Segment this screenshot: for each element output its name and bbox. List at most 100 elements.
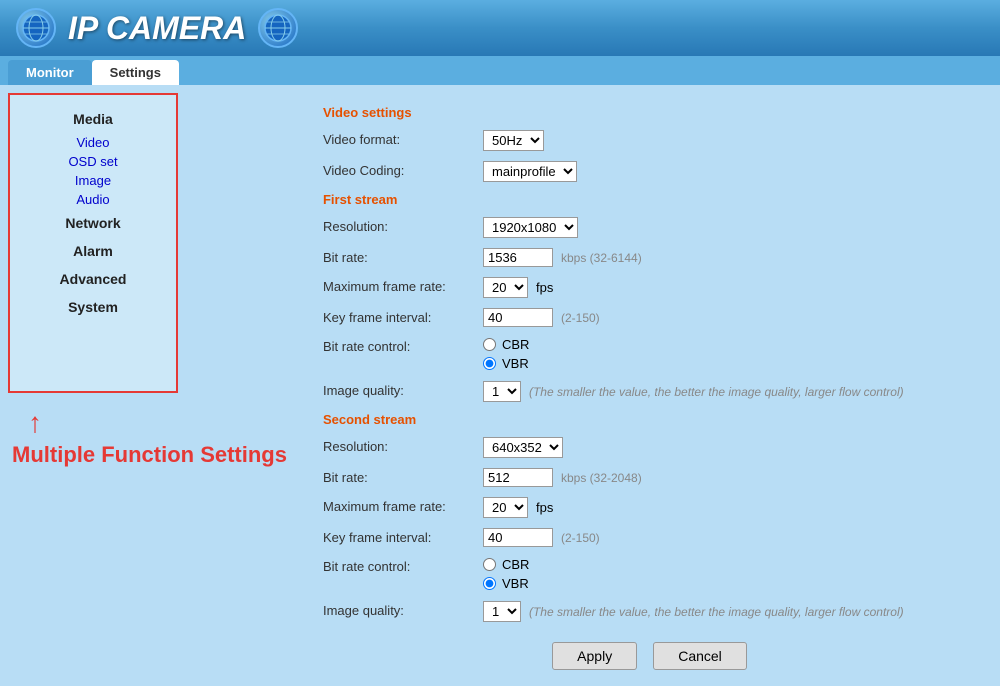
video-settings-title: Video settings [323, 105, 976, 120]
maxframe2-control: 20 15 25 30 fps [483, 497, 553, 518]
maxframe1-select[interactable]: 20 15 25 30 [483, 277, 528, 298]
resolution1-control: 1920x1080 1280x720 640x480 [483, 217, 578, 238]
tab-settings[interactable]: Settings [92, 60, 179, 85]
maxframe2-unit: fps [536, 500, 553, 515]
bitratecontrol1-cbr-radio[interactable] [483, 338, 496, 351]
annotation-arrow: ↑ [8, 409, 291, 437]
maxframe1-control: 20 15 25 30 fps [483, 277, 553, 298]
bitrate1-control: kbps (32-6144) [483, 248, 642, 267]
video-coding-label: Video Coding: [323, 161, 483, 178]
nav-tabs: Monitor Settings [0, 56, 1000, 85]
imagequality2-control: 12345 (The smaller the value, the better… [483, 601, 904, 622]
maxframe1-unit: fps [536, 280, 553, 295]
sidebar-section-network[interactable]: Network [10, 209, 176, 237]
first-stream-title: First stream [323, 192, 976, 207]
sidebar-link-video[interactable]: Video [10, 133, 176, 152]
globe-icon-right [258, 8, 298, 48]
bitratecontrol2-label: Bit rate control: [323, 557, 483, 574]
sidebar-link-osdset[interactable]: OSD set [10, 152, 176, 171]
keyframe2-input[interactable] [483, 528, 553, 547]
sidebar-outer: Media Video OSD set Image Audio Network … [0, 85, 299, 686]
main-layout: Media Video OSD set Image Audio Network … [0, 85, 1000, 686]
maxframe2-row: Maximum frame rate: 20 15 25 30 fps [323, 497, 976, 518]
bitrate1-hint: kbps (32-6144) [561, 251, 642, 265]
bitratecontrol2-cbr-radio[interactable] [483, 558, 496, 571]
resolution2-label: Resolution: [323, 437, 483, 454]
imagequality1-control: 12345 (The smaller the value, the better… [483, 381, 904, 402]
bitrate1-input[interactable] [483, 248, 553, 267]
annotation: ↑ Multiple Function Settings [0, 401, 299, 474]
keyframe1-row: Key frame interval: (2-150) [323, 308, 976, 327]
bitratecontrol1-vbr-radio[interactable] [483, 357, 496, 370]
imagequality1-select[interactable]: 12345 [483, 381, 521, 402]
imagequality2-select[interactable]: 12345 [483, 601, 521, 622]
bitratecontrol2-cbr-row: CBR [483, 557, 529, 572]
bitrate2-hint: kbps (32-2048) [561, 471, 642, 485]
imagequality2-label: Image quality: [323, 601, 483, 618]
sidebar-link-audio[interactable]: Audio [10, 190, 176, 209]
bitrate1-row: Bit rate: kbps (32-6144) [323, 248, 976, 267]
imagequality2-row: Image quality: 12345 (The smaller the va… [323, 601, 976, 622]
resolution1-label: Resolution: [323, 217, 483, 234]
imagequality1-label: Image quality: [323, 381, 483, 398]
header: IP CAMERA [0, 0, 1000, 56]
maxframe1-row: Maximum frame rate: 20 15 25 30 fps [323, 277, 976, 298]
annotation-text: Multiple Function Settings [8, 437, 291, 474]
maxframe1-label: Maximum frame rate: [323, 277, 483, 294]
button-row: Apply Cancel [323, 642, 976, 670]
resolution1-select[interactable]: 1920x1080 1280x720 640x480 [483, 217, 578, 238]
imagequality2-hint: (The smaller the value, the better the i… [529, 605, 904, 619]
bitrate2-row: Bit rate: kbps (32-2048) [323, 468, 976, 487]
resolution2-control: 640x352 320x240 160x120 [483, 437, 563, 458]
keyframe1-input[interactable] [483, 308, 553, 327]
bitratecontrol2-cbr-label: CBR [502, 557, 529, 572]
cancel-button[interactable]: Cancel [653, 642, 747, 670]
globe-icon-left [16, 8, 56, 48]
bitrate2-label: Bit rate: [323, 468, 483, 485]
sidebar-link-image[interactable]: Image [10, 171, 176, 190]
bitratecontrol1-cbr-label: CBR [502, 337, 529, 352]
sidebar-section-system[interactable]: System [10, 293, 176, 321]
sidebar-section-alarm[interactable]: Alarm [10, 237, 176, 265]
bitratecontrol2-radiogroup: CBR VBR [483, 557, 529, 591]
sidebar: Media Video OSD set Image Audio Network … [8, 93, 178, 393]
bitratecontrol1-label: Bit rate control: [323, 337, 483, 354]
video-format-select[interactable]: 50Hz 60Hz [483, 130, 544, 151]
bitratecontrol2-row: Bit rate control: CBR VBR [323, 557, 976, 591]
bitrate2-control: kbps (32-2048) [483, 468, 642, 487]
bitrate1-label: Bit rate: [323, 248, 483, 265]
sidebar-section-media: Media [10, 105, 176, 133]
video-format-label: Video format: [323, 130, 483, 147]
bitratecontrol2-control: CBR VBR [483, 557, 529, 591]
imagequality1-hint: (The smaller the value, the better the i… [529, 385, 904, 399]
bitrate2-input[interactable] [483, 468, 553, 487]
keyframe2-hint: (2-150) [561, 531, 600, 545]
video-format-control: 50Hz 60Hz [483, 130, 544, 151]
resolution2-row: Resolution: 640x352 320x240 160x120 [323, 437, 976, 458]
imagequality1-row: Image quality: 12345 (The smaller the va… [323, 381, 976, 402]
video-format-row: Video format: 50Hz 60Hz [323, 130, 976, 151]
maxframe2-select[interactable]: 20 15 25 30 [483, 497, 528, 518]
video-coding-select[interactable]: mainprofile baseline highprofile [483, 161, 577, 182]
sidebar-section-advanced[interactable]: Advanced [10, 265, 176, 293]
bitratecontrol1-vbr-row: VBR [483, 356, 529, 371]
keyframe2-row: Key frame interval: (2-150) [323, 528, 976, 547]
bitratecontrol2-vbr-radio[interactable] [483, 577, 496, 590]
apply-button[interactable]: Apply [552, 642, 637, 670]
video-coding-row: Video Coding: mainprofile baseline highp… [323, 161, 976, 182]
bitratecontrol1-row: Bit rate control: CBR VBR [323, 337, 976, 371]
keyframe1-hint: (2-150) [561, 311, 600, 325]
video-coding-control: mainprofile baseline highprofile [483, 161, 577, 182]
tab-monitor[interactable]: Monitor [8, 60, 92, 85]
content-area: Video settings Video format: 50Hz 60Hz V… [299, 85, 1000, 686]
resolution2-select[interactable]: 640x352 320x240 160x120 [483, 437, 563, 458]
keyframe2-control: (2-150) [483, 528, 600, 547]
maxframe2-label: Maximum frame rate: [323, 497, 483, 514]
bitratecontrol1-radiogroup: CBR VBR [483, 337, 529, 371]
resolution1-row: Resolution: 1920x1080 1280x720 640x480 [323, 217, 976, 238]
keyframe1-control: (2-150) [483, 308, 600, 327]
bitratecontrol2-vbr-label: VBR [502, 576, 529, 591]
bitratecontrol1-vbr-label: VBR [502, 356, 529, 371]
keyframe2-label: Key frame interval: [323, 528, 483, 545]
keyframe1-label: Key frame interval: [323, 308, 483, 325]
